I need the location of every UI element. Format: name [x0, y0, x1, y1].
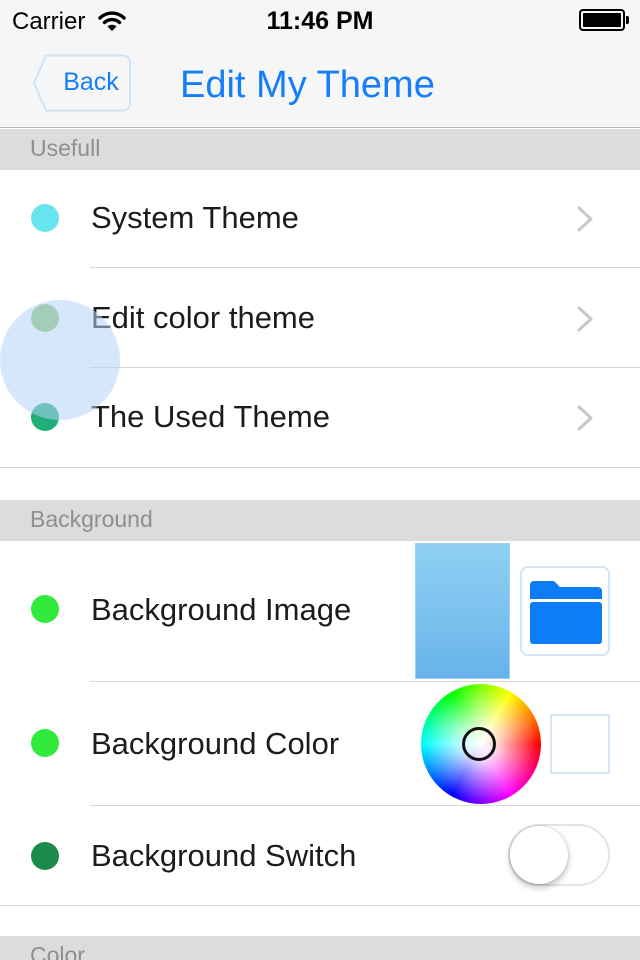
page-title: Edit My Theme — [180, 64, 435, 106]
section-separator — [0, 905, 640, 906]
section-header-color: Color — [0, 936, 640, 960]
toggle-thumb — [510, 826, 568, 884]
color-wheel-selector[interactable] — [462, 727, 496, 761]
row-system-theme[interactable]: System Theme — [0, 170, 640, 268]
background-image-preview[interactable] — [415, 543, 510, 679]
status-dot — [31, 729, 59, 757]
section-header-label: Usefull — [30, 135, 101, 161]
choose-image-button[interactable] — [520, 566, 610, 656]
row-label: System Theme — [91, 200, 299, 235]
section-separator — [0, 467, 640, 468]
status-time: 11:46 PM — [266, 7, 374, 35]
battery-icon — [579, 9, 629, 31]
folder-icon — [530, 581, 602, 644]
row-label: Background Color — [91, 726, 340, 761]
navigation-bar: Carrier 11:46 PM Back Edit My Theme — [0, 0, 640, 128]
row-edit-color-theme[interactable]: Edit color theme — [0, 268, 640, 367]
section-header-usefull: Usefull — [0, 129, 640, 170]
status-dot — [31, 204, 59, 232]
chevron-right-icon — [577, 206, 593, 232]
section-header-label: Background — [30, 506, 153, 532]
chevron-right-icon — [577, 306, 593, 332]
section-header-label: Color — [30, 942, 85, 960]
row-label: Edit color theme — [91, 300, 315, 335]
status-dot — [31, 842, 59, 870]
section-header-background: Background — [0, 500, 640, 541]
status-dot — [31, 304, 59, 332]
row-label: Background Switch — [91, 838, 357, 873]
status-dot — [31, 403, 59, 431]
background-toggle-switch[interactable] — [508, 824, 610, 886]
row-label: The Used Theme — [91, 399, 330, 434]
back-button-label: Back — [63, 68, 119, 96]
status-dot — [31, 595, 59, 623]
chevron-right-icon — [577, 405, 593, 431]
row-background-color: Background Color — [0, 682, 640, 805]
row-label: Background Image — [91, 592, 352, 627]
back-button[interactable]: Back — [32, 54, 132, 112]
row-the-used-theme[interactable]: The Used Theme — [0, 368, 640, 467]
selected-color-swatch[interactable] — [550, 714, 610, 774]
